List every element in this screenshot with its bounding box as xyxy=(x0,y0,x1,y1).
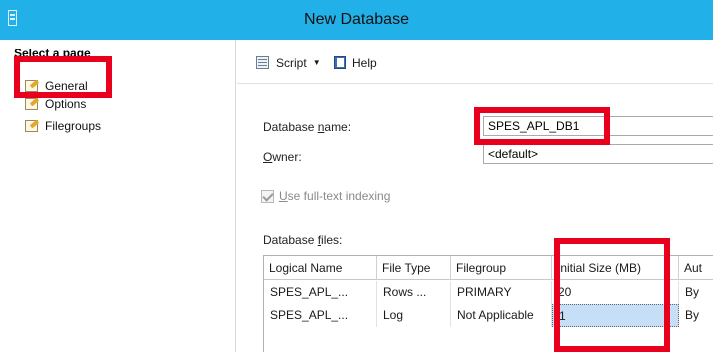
general-page: Script ▼ Help Database name: Owner: Use … xyxy=(237,40,713,352)
select-page-pane: Select a page General Options Filegroups xyxy=(0,40,236,352)
owner-input[interactable] xyxy=(483,144,713,164)
window-title: New Database xyxy=(304,11,409,28)
fulltext-indexing-checkbox xyxy=(261,189,274,203)
table-cell[interactable]: SPES_APL_... xyxy=(264,281,377,304)
column-header[interactable]: Filegroup xyxy=(451,256,552,280)
table-cell[interactable]: Log xyxy=(377,304,451,327)
fulltext-indexing-option: Use full-text indexing xyxy=(261,189,390,203)
title-bar: New Database xyxy=(0,0,713,40)
page-item-general[interactable]: General xyxy=(24,78,88,94)
page-item-label: Options xyxy=(45,97,87,111)
script-icon xyxy=(255,55,272,70)
table-cell[interactable]: PRIMARY xyxy=(451,281,552,304)
select-page-header: Select a page xyxy=(14,49,91,60)
column-header[interactable]: File Type xyxy=(377,256,451,280)
table-cell[interactable]: SPES_APL_... xyxy=(264,304,377,327)
properties-page-icon xyxy=(24,97,41,111)
toolbar: Script ▼ Help xyxy=(237,40,713,84)
database-files-label: Database files: xyxy=(263,233,343,247)
script-label: Script xyxy=(276,55,307,70)
page-item-filegroups[interactable]: Filegroups xyxy=(24,118,101,134)
table-cell[interactable]: Not Applicable xyxy=(451,304,552,327)
database-name-input[interactable] xyxy=(483,116,713,136)
page-item-label: Filegroups xyxy=(45,119,102,133)
database-files-grid: Logical Name File Type Filegroup Initial… xyxy=(263,255,713,352)
column-header[interactable]: Aut xyxy=(679,256,713,280)
table-cell[interactable]: Rows ... xyxy=(377,281,451,304)
column-header[interactable]: Logical Name xyxy=(264,256,377,280)
table-row[interactable]: SPES_APL_... Rows ... PRIMARY 20 By xyxy=(264,281,713,304)
properties-page-icon xyxy=(24,79,41,93)
page-item-label: General xyxy=(45,79,88,93)
column-header[interactable]: Initial Size (MB) xyxy=(552,256,679,280)
help-label: Help xyxy=(352,55,377,70)
help-book-icon xyxy=(333,55,348,70)
help-button[interactable]: Help xyxy=(333,55,377,70)
table-row[interactable]: SPES_APL_... Log Not Applicable 1 By xyxy=(264,304,713,327)
properties-page-icon xyxy=(24,119,41,133)
table-cell[interactable]: By xyxy=(679,281,713,304)
chevron-down-icon[interactable]: ▼ xyxy=(313,58,321,67)
script-button[interactable]: Script ▼ xyxy=(255,55,321,70)
table-cell[interactable]: 1 xyxy=(552,304,679,327)
database-name-label: Database name: xyxy=(263,120,352,134)
page-item-options[interactable]: Options xyxy=(24,96,86,112)
table-cell[interactable]: By xyxy=(679,304,713,327)
owner-label: Owner: xyxy=(263,150,302,164)
fulltext-indexing-label: Use full-text indexing xyxy=(279,189,391,203)
table-cell[interactable]: 20 xyxy=(552,281,679,304)
grid-header: Logical Name File Type Filegroup Initial… xyxy=(264,256,713,280)
